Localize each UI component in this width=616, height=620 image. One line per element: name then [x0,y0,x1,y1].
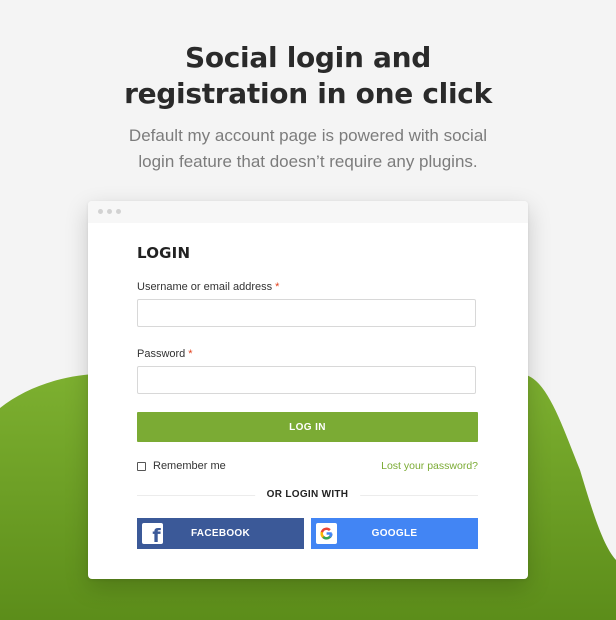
password-label: Password * [137,348,193,360]
username-label: Username or email address * [137,281,279,293]
password-label-text: Password [137,348,186,360]
login-form: LOGIN Username or email address * Passwor… [137,201,478,579]
required-asterisk: * [275,281,280,293]
facebook-icon: f [142,523,163,546]
window-dots [98,209,121,214]
window-dot [107,209,112,214]
window-dot [98,209,103,214]
google-icon [316,523,337,544]
remember-me-label: Remember me [153,460,226,472]
login-button[interactable]: LOG IN [137,412,478,442]
subtitle-line-2: login feature that doesn’t require any p… [138,152,478,171]
lost-password-link[interactable]: Lost your password? [381,460,478,472]
username-input[interactable] [137,299,476,327]
login-title: LOGIN [137,244,191,262]
username-label-text: Username or email address [137,281,273,293]
browser-window-mockup: LOGIN Username or email address * Passwor… [88,201,528,579]
window-dot [116,209,121,214]
headline-line-1: Social login and [184,41,432,74]
headline-line-2: registration in one click [124,77,492,110]
subtitle-line-1: Default my account page is powered with … [128,126,488,145]
required-asterisk: * [188,348,193,360]
subtitle: Default my account page is powered with … [0,123,616,175]
google-login-button[interactable]: GOOGLE [311,518,478,549]
password-input[interactable] [137,366,476,394]
facebook-login-button[interactable]: f FACEBOOK [137,518,304,549]
headline: Social login and registration in one cli… [0,40,616,112]
remember-me-checkbox[interactable] [137,461,146,471]
remember-me-toggle[interactable]: Remember me [137,460,226,472]
or-login-with-label: OR LOGIN WITH [254,489,361,500]
